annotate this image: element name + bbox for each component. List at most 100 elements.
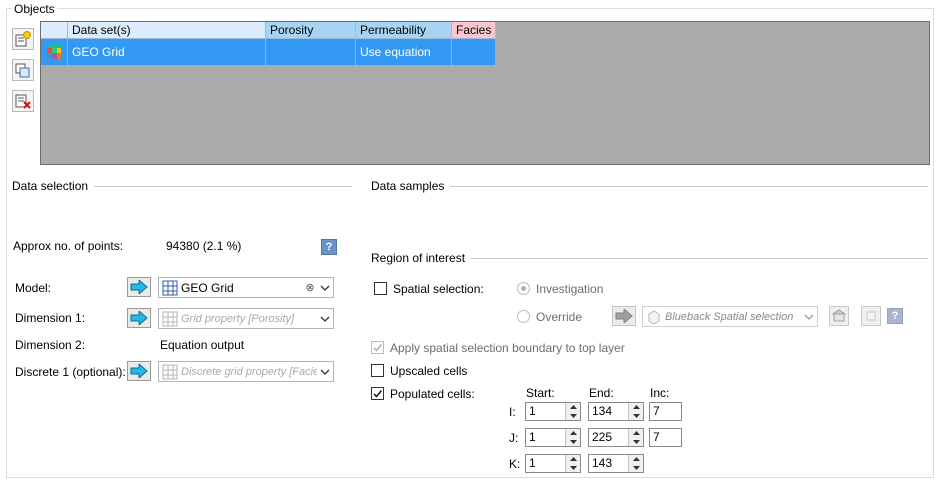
k-start-stepper[interactable]: 1 — [525, 454, 581, 473]
model-combo[interactable]: GEO Grid ⊗ — [158, 277, 334, 298]
stepper-up-icon[interactable] — [566, 455, 580, 464]
investigation-radio[interactable] — [517, 282, 530, 295]
chevron-down-icon[interactable] — [317, 278, 333, 297]
spatial-selection-icon — [648, 309, 660, 325]
grid-model-icon — [47, 44, 61, 59]
spatial-selection-combo[interactable]: Blueback Spatial selection — [642, 306, 818, 327]
blank-button[interactable] — [861, 306, 881, 326]
i-end-stepper[interactable]: 134 — [588, 402, 644, 421]
cell-facies[interactable] — [452, 39, 496, 65]
help-icon[interactable]: ? — [321, 239, 337, 255]
model-value: GEO Grid — [181, 280, 234, 295]
spatial-insert-button[interactable] — [612, 306, 636, 326]
apply-boundary-checkbox[interactable] — [371, 341, 384, 354]
cell-porosity[interactable] — [266, 39, 356, 65]
stepper-down-icon[interactable] — [566, 437, 580, 446]
stepper-down-icon[interactable] — [566, 463, 580, 472]
stepper-down-icon[interactable] — [629, 463, 643, 472]
cell-dataset[interactable]: GEO Grid — [68, 39, 266, 65]
discrete1-placeholder: Discrete grid property [Facies] — [181, 365, 317, 378]
stepper-down-icon[interactable] — [566, 411, 580, 420]
chevron-down-icon[interactable] — [801, 307, 817, 326]
delete-row-button[interactable] — [12, 90, 34, 112]
i-start-value: 1 — [529, 404, 536, 418]
override-radio[interactable] — [517, 310, 530, 323]
model-insert-button[interactable] — [127, 277, 151, 297]
stepper-down-icon[interactable] — [629, 411, 643, 420]
upscaled-cells-label: Upscaled cells — [390, 364, 468, 378]
add-row-button[interactable] — [12, 28, 34, 50]
i-end-value: 134 — [592, 404, 613, 418]
grid-icon-cell — [41, 39, 68, 65]
start-label: Start: — [526, 386, 555, 400]
stepper-up-icon[interactable] — [629, 429, 643, 438]
checkmark-icon — [373, 343, 383, 352]
axis-k-label: K: — [509, 457, 521, 471]
spatial-selection-placeholder: Blueback Spatial selection — [665, 310, 794, 323]
roi-title: Region of interest — [371, 251, 472, 265]
square-icon — [866, 311, 876, 321]
i-inc-field[interactable]: 7 — [649, 402, 682, 421]
spatial-selection-checkbox[interactable] — [374, 282, 387, 295]
copy-row-button[interactable] — [12, 59, 34, 81]
grid-icon — [162, 280, 178, 295]
i-start-stepper[interactable]: 1 — [525, 402, 581, 421]
spatial-selection-label: Spatial selection: — [393, 282, 484, 296]
j-end-stepper[interactable]: 225 — [588, 428, 644, 447]
dimension1-insert-button[interactable] — [127, 308, 151, 328]
j-start-value: 1 — [529, 430, 536, 444]
k-start-value: 1 — [529, 456, 536, 470]
checkmark-icon — [373, 389, 383, 398]
copy-icon — [15, 63, 30, 78]
stepper-up-icon[interactable] — [566, 429, 580, 438]
objects-grid[interactable]: Data set(s) Porosity [m3/m3] Permeabilit… — [40, 21, 930, 165]
axis-j-label: J: — [509, 431, 519, 445]
cell-permeability[interactable]: Use equation — [356, 39, 452, 65]
investigation-label: Investigation — [536, 282, 604, 296]
dimension1-placeholder: Grid property [Porosity] — [181, 312, 295, 325]
arrow-right-icon — [130, 311, 148, 325]
col-header-permeability[interactable]: Permeability [mD] — [356, 22, 452, 53]
populated-cells-label: Populated cells: — [390, 387, 475, 401]
stepper-up-icon[interactable] — [566, 403, 580, 412]
settings-button[interactable] — [829, 306, 849, 326]
k-end-stepper[interactable]: 143 — [588, 454, 644, 473]
objects-title: Objects — [12, 2, 57, 16]
roi-separator — [460, 258, 928, 259]
col-header-porosity[interactable]: Porosity [m3/m3] — [266, 22, 356, 53]
arrow-right-icon — [130, 364, 148, 378]
populated-cells-checkbox[interactable] — [371, 387, 384, 400]
inc-label: Inc: — [650, 386, 670, 400]
arrow-right-icon — [130, 280, 148, 294]
table-row[interactable]: GEO Grid Use equation — [41, 39, 496, 65]
data-selection-separator — [80, 186, 352, 187]
j-inc-field[interactable]: 7 — [649, 428, 682, 447]
discrete1-label: Discrete 1 (optional): — [15, 365, 126, 379]
settings-icon — [832, 309, 846, 322]
axis-i-label: I: — [509, 405, 516, 419]
chevron-down-icon[interactable] — [317, 362, 333, 381]
stepper-down-icon[interactable] — [629, 437, 643, 446]
end-label: End: — [589, 386, 614, 400]
clear-icon[interactable]: ⊗ — [303, 281, 317, 294]
model-label: Model: — [15, 281, 52, 295]
stepper-up-icon[interactable] — [629, 455, 643, 464]
j-end-value: 225 — [592, 430, 613, 444]
approx-points-label: Approx no. of points: — [13, 239, 124, 253]
arrow-right-icon — [615, 309, 633, 323]
discrete-property-icon — [162, 364, 178, 379]
dimension2-label: Dimension 2: — [15, 338, 86, 352]
j-start-stepper[interactable]: 1 — [525, 428, 581, 447]
stepper-up-icon[interactable] — [629, 403, 643, 412]
chevron-down-icon[interactable] — [317, 309, 333, 328]
discrete1-insert-button[interactable] — [127, 361, 151, 381]
upscaled-cells-checkbox[interactable] — [371, 364, 384, 377]
col-header-facies[interactable]: Facies — [452, 22, 496, 39]
data-samples-separator — [438, 186, 928, 187]
discrete1-combo[interactable]: Discrete grid property [Facies] — [158, 361, 334, 382]
data-selection-title: Data selection — [12, 179, 95, 193]
data-samples-title: Data samples — [371, 179, 451, 193]
help-icon[interactable]: ? — [887, 308, 903, 324]
col-header-dataset[interactable]: Data set(s) — [68, 22, 266, 39]
dimension1-combo[interactable]: Grid property [Porosity] — [158, 308, 334, 329]
